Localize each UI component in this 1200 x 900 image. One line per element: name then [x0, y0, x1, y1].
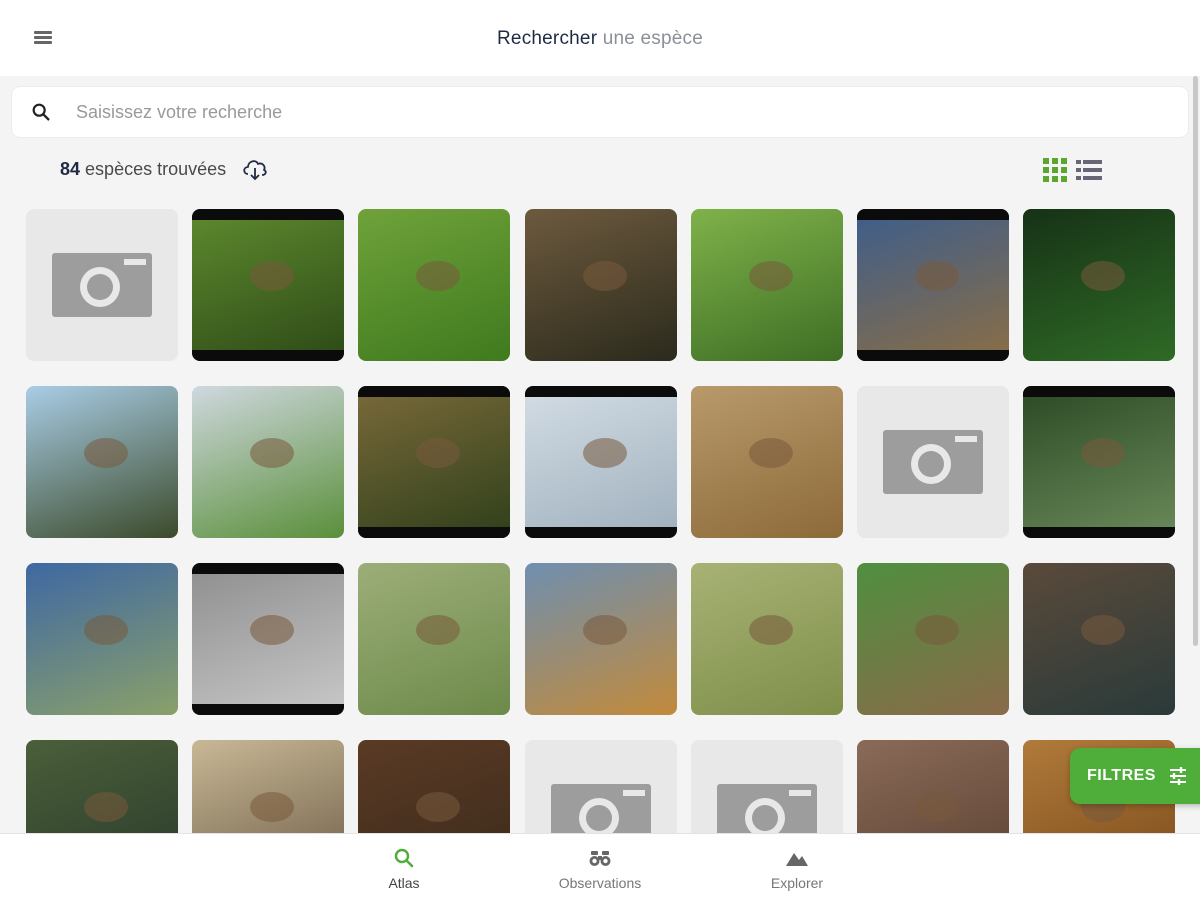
sparrow-photo	[582, 614, 627, 645]
page-title: Rechercher une espèce	[0, 0, 1200, 76]
letterbox-bar	[192, 209, 344, 220]
letterbox-bar	[192, 350, 344, 361]
nav-observations-label: Observations	[558, 875, 642, 891]
search-icon	[394, 848, 414, 868]
snipe-photo	[249, 437, 294, 468]
nav-atlas-label: Atlas	[388, 875, 420, 891]
species-tile[interactable]	[358, 563, 510, 715]
species-tile[interactable]	[358, 386, 510, 538]
species-grid	[26, 209, 1178, 834]
salamander-photo	[582, 260, 627, 291]
letterbox-bar	[525, 527, 677, 538]
list-view-icon[interactable]	[1076, 160, 1102, 180]
species-tile[interactable]	[26, 386, 178, 538]
species-tile[interactable]	[358, 209, 510, 361]
camera-placeholder-icon	[551, 784, 651, 834]
app-header: Rechercher une espèce	[0, 0, 1200, 76]
osprey-photo	[83, 437, 128, 468]
results-count-number: 84	[60, 159, 81, 179]
species-tile[interactable]	[525, 209, 677, 361]
species-tile[interactable]	[525, 563, 677, 715]
species-tile[interactable]	[192, 209, 344, 361]
sparrow-photo	[415, 614, 460, 645]
bottom-navigation: Atlas Observations Explorer	[0, 834, 1200, 900]
species-tile[interactable]	[26, 563, 178, 715]
sparrow-photo	[1080, 437, 1125, 468]
camera-placeholder-icon	[717, 784, 817, 834]
species-tile[interactable]	[525, 740, 677, 834]
letterbox-bar	[192, 704, 344, 715]
mountains-icon	[786, 853, 808, 866]
species-tile[interactable]	[192, 740, 344, 834]
search-bar	[12, 87, 1188, 137]
species-tile[interactable]	[691, 563, 843, 715]
letterbox-bar	[358, 386, 510, 397]
nav-atlas[interactable]: Atlas	[334, 834, 474, 900]
camera-placeholder-icon	[52, 253, 152, 317]
sparrow-photo	[249, 614, 294, 645]
results-count: 84 espèces trouvées	[60, 152, 226, 186]
geese-photo	[582, 437, 627, 468]
species-tile[interactable]	[691, 209, 843, 361]
species-tile[interactable]	[857, 386, 1009, 538]
letterbox-bar	[857, 350, 1009, 361]
duck-photo	[249, 791, 294, 822]
hawk-photo	[748, 614, 793, 645]
species-tile[interactable]	[192, 386, 344, 538]
snail-photo	[415, 260, 460, 291]
letterbox-bar	[1023, 527, 1175, 538]
species-tile[interactable]	[1023, 563, 1175, 715]
nav-explorer[interactable]: Explorer	[727, 834, 867, 900]
sparrow-photo	[83, 614, 128, 645]
butterfly-photo	[415, 437, 460, 468]
letterbox-bar	[857, 209, 1009, 220]
species-tile[interactable]	[26, 209, 178, 361]
species-tile[interactable]	[26, 740, 178, 834]
species-tile[interactable]	[691, 386, 843, 538]
camera-placeholder-icon	[883, 430, 983, 494]
species-tile[interactable]	[525, 386, 677, 538]
butterfly-photo	[748, 260, 793, 291]
duck-photo	[1080, 614, 1125, 645]
owl-photo	[914, 260, 959, 291]
results-count-label: espèces trouvées	[85, 159, 227, 179]
filters-button[interactable]: FILTRES	[1070, 748, 1200, 804]
vole-photo	[914, 614, 959, 645]
damselfly-photo	[249, 260, 294, 291]
species-tile[interactable]	[192, 563, 344, 715]
species-tile[interactable]	[691, 740, 843, 834]
butterfly-photo	[1080, 260, 1125, 291]
nav-observations[interactable]: Observations	[530, 834, 670, 900]
letterbox-bar	[1023, 386, 1175, 397]
species-tile[interactable]	[857, 209, 1009, 361]
search-input[interactable]	[76, 87, 1166, 137]
species-tile[interactable]	[857, 740, 1009, 834]
page-title-light: une espèce	[602, 28, 703, 49]
page-title-bold: Rechercher	[497, 28, 598, 49]
binoculars-icon	[589, 851, 611, 866]
nav-explorer-label: Explorer	[770, 875, 824, 891]
duck-photo	[415, 791, 460, 822]
species-tile[interactable]	[358, 740, 510, 834]
butterfly-photo	[748, 437, 793, 468]
species-tile[interactable]	[857, 563, 1009, 715]
search-icon	[32, 103, 50, 121]
letterbox-bar	[192, 563, 344, 574]
filters-button-label: FILTRES	[1087, 767, 1156, 784]
species-tile[interactable]	[1023, 386, 1175, 538]
species-tile[interactable]	[1023, 209, 1175, 361]
tune-icon	[1170, 767, 1186, 785]
cloud-download-icon[interactable]	[240, 154, 270, 184]
hamburger-menu-icon[interactable]	[32, 30, 54, 48]
letterbox-bar	[525, 386, 677, 397]
grid-view-icon[interactable]	[1043, 158, 1067, 182]
duck-photo	[83, 791, 128, 822]
sandpiper-photo	[914, 791, 959, 822]
letterbox-bar	[358, 527, 510, 538]
scrollbar[interactable]	[1193, 76, 1198, 646]
